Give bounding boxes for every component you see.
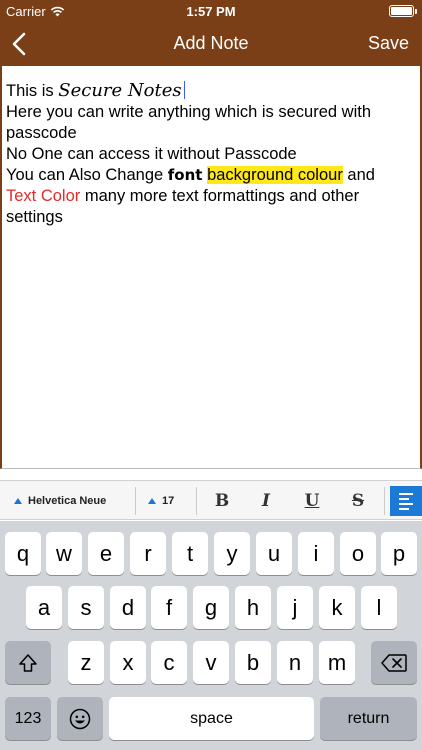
save-button[interactable]: Save bbox=[368, 33, 409, 54]
page-title: Add Note bbox=[173, 33, 249, 53]
key-f[interactable]: f bbox=[151, 586, 187, 629]
bold-button[interactable]: B bbox=[207, 481, 237, 521]
key-s[interactable]: s bbox=[68, 586, 104, 629]
note-line-4: You can Also Change font background colo… bbox=[6, 165, 416, 228]
key-p[interactable]: p bbox=[381, 532, 417, 575]
note-text-1: This is bbox=[6, 82, 59, 100]
battery-icon bbox=[389, 5, 417, 17]
font-size: 17 bbox=[162, 495, 175, 507]
emoji-icon bbox=[69, 708, 91, 729]
key-k[interactable]: k bbox=[319, 586, 355, 629]
key-h[interactable]: h bbox=[235, 586, 271, 629]
note-text-4a: You can Also Change bbox=[6, 166, 168, 184]
note-highlighted-text: background colour bbox=[207, 166, 343, 184]
return-key[interactable]: return bbox=[320, 697, 417, 740]
key-o[interactable]: o bbox=[340, 532, 376, 575]
note-text-4b: and bbox=[342, 166, 375, 184]
key-a[interactable]: a bbox=[26, 586, 62, 629]
key-m[interactable]: m bbox=[319, 641, 355, 684]
key-d[interactable]: d bbox=[110, 586, 146, 629]
note-editor[interactable]: This is Secure Notes Here you can write … bbox=[0, 66, 422, 469]
key-i[interactable]: i bbox=[298, 532, 334, 575]
key-e[interactable]: e bbox=[88, 532, 124, 575]
numbers-key[interactable]: 123 bbox=[5, 697, 51, 740]
key-g[interactable]: g bbox=[193, 586, 229, 629]
emoji-key[interactable] bbox=[57, 697, 103, 740]
font-name: Helvetica Neue bbox=[28, 495, 107, 507]
space-key[interactable]: space bbox=[109, 697, 314, 740]
font-picker[interactable]: Helvetica Neue bbox=[14, 481, 106, 521]
underline-button[interactable]: U bbox=[297, 481, 327, 521]
note-line-3: No One can access it without Passcode bbox=[6, 145, 297, 163]
note-line-2: Here you can write anything which is sec… bbox=[6, 103, 372, 142]
key-r[interactable]: r bbox=[130, 532, 166, 575]
font-size-picker[interactable]: 17 bbox=[148, 481, 174, 521]
key-u[interactable]: u bbox=[256, 532, 292, 575]
triangle-up-icon bbox=[148, 498, 156, 504]
strikethrough-button[interactable]: S bbox=[343, 481, 373, 521]
key-q[interactable]: q bbox=[5, 532, 41, 575]
key-l[interactable]: l bbox=[361, 586, 397, 629]
delete-backspace-icon bbox=[381, 653, 407, 672]
note-styled-text: Secure Notes bbox=[58, 80, 182, 101]
key-x[interactable]: x bbox=[110, 641, 146, 684]
top-bar: Carrier 1:57 PM Add Note Save bbox=[0, 0, 422, 66]
shift-arrow-icon bbox=[19, 653, 37, 672]
key-b[interactable]: b bbox=[235, 641, 271, 684]
status-time: 1:57 PM bbox=[186, 4, 236, 19]
key-t[interactable]: t bbox=[172, 532, 208, 575]
navigation-bar: Add Note Save bbox=[0, 22, 422, 66]
note-red-text: Text Color bbox=[6, 187, 81, 205]
toolbar-divider bbox=[384, 487, 385, 515]
note-font-text: font bbox=[167, 166, 203, 184]
keyboard: q w e r t y u i o p a s d f g h j k l z … bbox=[0, 521, 422, 750]
format-toolbar: Helvetica Neue 17 B I U S bbox=[0, 480, 422, 520]
key-y[interactable]: y bbox=[214, 532, 250, 575]
toolbar-divider bbox=[196, 487, 197, 515]
note-line-1: This is Secure Notes bbox=[6, 80, 416, 102]
key-w[interactable]: w bbox=[46, 532, 82, 575]
align-left-button[interactable] bbox=[390, 486, 422, 516]
triangle-up-icon bbox=[14, 498, 22, 504]
text-cursor bbox=[183, 81, 185, 99]
key-v[interactable]: v bbox=[193, 641, 229, 684]
status-bar: Carrier 1:57 PM bbox=[0, 0, 422, 22]
shift-key[interactable] bbox=[5, 641, 51, 684]
toolbar-divider bbox=[135, 487, 136, 515]
key-c[interactable]: c bbox=[151, 641, 187, 684]
key-n[interactable]: n bbox=[277, 641, 313, 684]
key-z[interactable]: z bbox=[68, 641, 104, 684]
key-j[interactable]: j bbox=[277, 586, 313, 629]
italic-button[interactable]: I bbox=[251, 481, 281, 521]
delete-key[interactable] bbox=[371, 641, 417, 684]
